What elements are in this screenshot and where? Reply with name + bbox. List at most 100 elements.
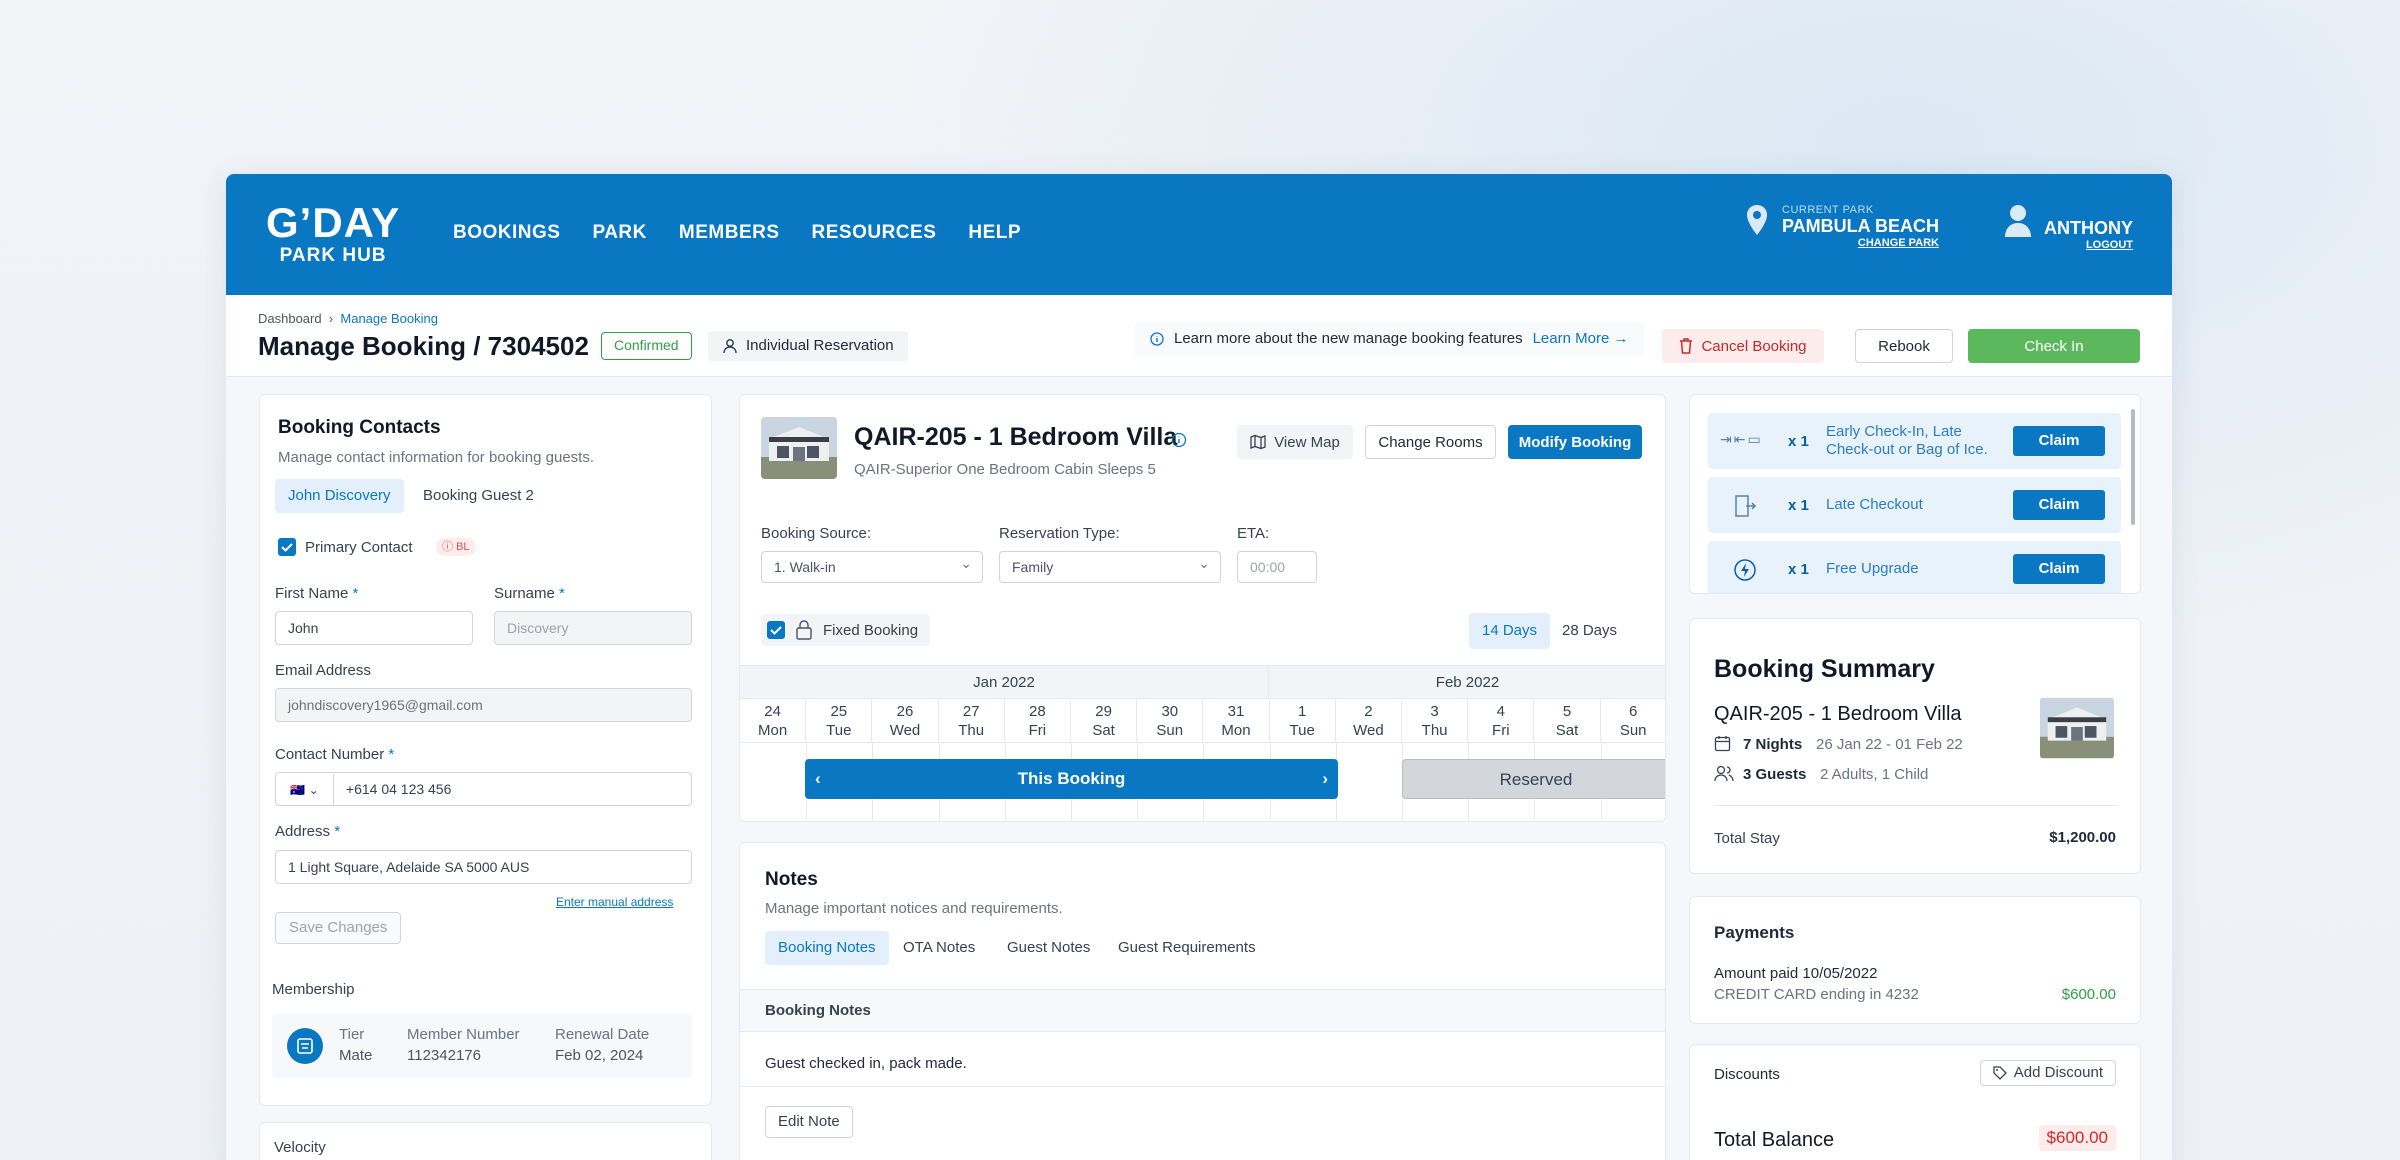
breadcrumb-dashboard[interactable]: Dashboard: [258, 311, 322, 326]
check-in-button[interactable]: Check In: [1968, 329, 2140, 363]
day-number: 6: [1629, 703, 1638, 720]
save-changes-button[interactable]: Save Changes: [275, 912, 402, 944]
breadcrumb-current[interactable]: Manage Booking: [340, 311, 438, 326]
claim-button[interactable]: Claim: [2013, 426, 2105, 456]
eta-field[interactable]: 00:00: [1237, 551, 1317, 583]
contact-number-value: +614 04 123 456: [345, 781, 452, 797]
first-name-field[interactable]: John: [275, 611, 473, 645]
claim-text: Late Checkout: [1826, 496, 1923, 513]
payments-title: Payments: [1714, 923, 1795, 942]
surname-label: Surname *: [494, 585, 565, 602]
availability-calendar: Jan 2022 Feb 2022 24 Mon 25 Tue 26 Wed 27 Thu 28…: [740, 665, 1665, 821]
learn-more-link[interactable]: Learn More →: [1533, 322, 1629, 356]
reservation-type-select[interactable]: Family: [999, 548, 1221, 583]
room-info-icon[interactable]: [1171, 432, 1187, 448]
edit-note-button[interactable]: Edit Note: [765, 1106, 853, 1138]
notes-title: Notes: [765, 869, 818, 890]
logo[interactable]: G’DAY PARK HUB: [266, 202, 400, 266]
day-number: 5: [1562, 703, 1572, 720]
notes-section-header: Booking Notes: [740, 989, 1665, 1032]
page-header: Dashboard › Manage Booking Manage Bookin…: [226, 295, 2172, 377]
view-map-label: View Map: [1274, 433, 1340, 451]
nav-resources[interactable]: RESOURCES: [812, 222, 937, 244]
tab-guest-notes[interactable]: Guest Notes: [994, 931, 1103, 965]
booking-summary-card: Booking Summary QAIR-205 - 1 Bedroom Vil…: [1689, 618, 2141, 874]
claims-card: ⇥⇤▭ x 1 Early Check-In, Late Check-out o…: [1689, 394, 2141, 594]
current-park: CURRENT PARK PAMBULA BEACH CHANGE PARK: [1746, 204, 1939, 249]
this-booking-bar[interactable]: ‹ This Booking ›: [805, 759, 1338, 799]
day-number: 30: [1161, 703, 1179, 720]
day-header: 31 Mon: [1203, 699, 1270, 743]
chevron-right-icon[interactable]: ›: [1322, 759, 1328, 799]
day-header: 1 Tue: [1269, 699, 1336, 743]
nav-bookings[interactable]: BOOKINGS: [453, 222, 560, 244]
day-header: 6 Sun: [1600, 699, 1665, 743]
day-weekday: Thu: [1421, 722, 1448, 739]
renewal-date-value: Feb 02, 2024: [555, 1047, 644, 1064]
claims-scrollbar[interactable]: [2131, 409, 2135, 525]
claim-row-early-checkin: ⇥⇤▭ x 1 Early Check-In, Late Check-out o…: [1708, 413, 2121, 469]
nav-members[interactable]: MEMBERS: [679, 222, 780, 244]
change-rooms-button[interactable]: Change Rooms: [1365, 425, 1496, 459]
contact-number-label: Contact Number *: [275, 746, 395, 763]
summary-guests: 3 Guests: [1743, 766, 1807, 783]
velocity-title: Velocity: [274, 1139, 326, 1156]
eta-label: ETA:: [1237, 525, 1270, 542]
logo-sub: PARK HUB: [279, 245, 387, 266]
country-flag-select[interactable]: 🇦🇺 ⌄: [276, 774, 334, 806]
add-discount-button[interactable]: Add Discount: [1979, 1060, 2116, 1086]
email-field[interactable]: johndiscovery1965@gmail.com: [275, 688, 692, 722]
summary-room-photo: [2040, 697, 2114, 759]
info-icon: [1150, 332, 1164, 346]
tab-booking-notes[interactable]: Booking Notes: [765, 931, 889, 965]
logout-link[interactable]: LOGOUT: [2044, 239, 2133, 251]
address-label-text: Address: [275, 823, 331, 840]
rebook-button[interactable]: Rebook: [1855, 329, 1953, 363]
manual-address-link[interactable]: Enter manual address: [556, 895, 673, 909]
main-menu: BOOKINGS PARK MEMBERS RESOURCES HELP: [453, 222, 1021, 244]
day-header: 2 Wed: [1335, 699, 1402, 743]
address-label: Address *: [275, 823, 341, 840]
claim-row-late-checkout: x 1 Late Checkout Claim: [1708, 477, 2121, 533]
claim-text: Early Check-In, Late Check-out or Bag of…: [1826, 423, 1988, 458]
claim-qty: x 1: [1788, 433, 1809, 450]
tab-booking-guest-2[interactable]: Booking Guest 2: [410, 479, 547, 513]
member-number-value: 112342176: [407, 1047, 481, 1064]
address-field[interactable]: 1 Light Square, Adelaide SA 5000 AUS: [275, 850, 692, 884]
nav-help[interactable]: HELP: [968, 222, 1021, 244]
fixed-booking-toggle[interactable]: Fixed Booking: [761, 614, 931, 646]
person-icon: [723, 339, 737, 354]
cancel-booking-button[interactable]: Cancel Booking: [1662, 329, 1824, 363]
contact-number-field[interactable]: 🇦🇺 ⌄ +614 04 123 456: [275, 772, 692, 806]
current-park-name: PAMBULA BEACH: [1782, 216, 1939, 236]
view-map-button[interactable]: View Map: [1237, 425, 1353, 459]
modify-booking-button[interactable]: Modify Booking: [1508, 425, 1642, 459]
reservation-kind-label: Individual Reservation: [746, 337, 894, 354]
day-weekday: Tue: [826, 722, 852, 739]
reserved-bar[interactable]: Reserved: [1402, 759, 1665, 799]
booking-source-label: Booking Source:: [761, 525, 872, 542]
cancel-booking-label: Cancel Booking: [1701, 337, 1807, 355]
tab-john-discovery[interactable]: John Discovery: [275, 479, 404, 513]
reservation-type-label: Reservation Type:: [999, 525, 1120, 542]
range-14-days[interactable]: 14 Days: [1469, 613, 1551, 649]
day-header: 29 Sat: [1071, 699, 1138, 743]
day-header: 27 Thu: [938, 699, 1005, 743]
booking-source-select[interactable]: 1. Walk-in: [761, 548, 983, 583]
primary-contact-checkbox[interactable]: [278, 538, 296, 556]
fixed-booking-checkbox[interactable]: [767, 621, 785, 639]
claim-button[interactable]: Claim: [2013, 490, 2105, 520]
summary-title: Booking Summary: [1714, 655, 1935, 683]
tab-guest-requirements[interactable]: Guest Requirements: [1105, 931, 1269, 965]
user-menu: ANTHONY LOGOUT: [2004, 204, 2133, 251]
reservation-kind-badge: Individual Reservation: [708, 331, 908, 361]
nav-park[interactable]: PARK: [592, 222, 646, 244]
range-28-days[interactable]: 28 Days: [1549, 613, 1630, 649]
surname-field[interactable]: Discovery: [494, 611, 692, 645]
tab-ota-notes[interactable]: OTA Notes: [890, 931, 988, 965]
breadcrumb: Dashboard › Manage Booking: [258, 311, 438, 326]
claim-button[interactable]: Claim: [2013, 554, 2105, 584]
contacts-title: Booking Contacts: [278, 417, 441, 438]
change-park-link[interactable]: CHANGE PARK: [1782, 237, 1939, 249]
chevron-left-icon[interactable]: ‹: [815, 759, 821, 799]
